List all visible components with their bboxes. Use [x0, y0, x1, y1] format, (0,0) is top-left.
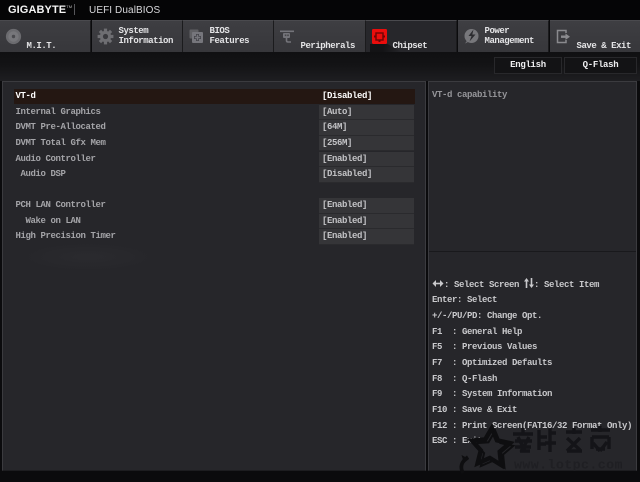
svg-text:www.lotpc.com: www.lotpc.com: [514, 458, 623, 473]
